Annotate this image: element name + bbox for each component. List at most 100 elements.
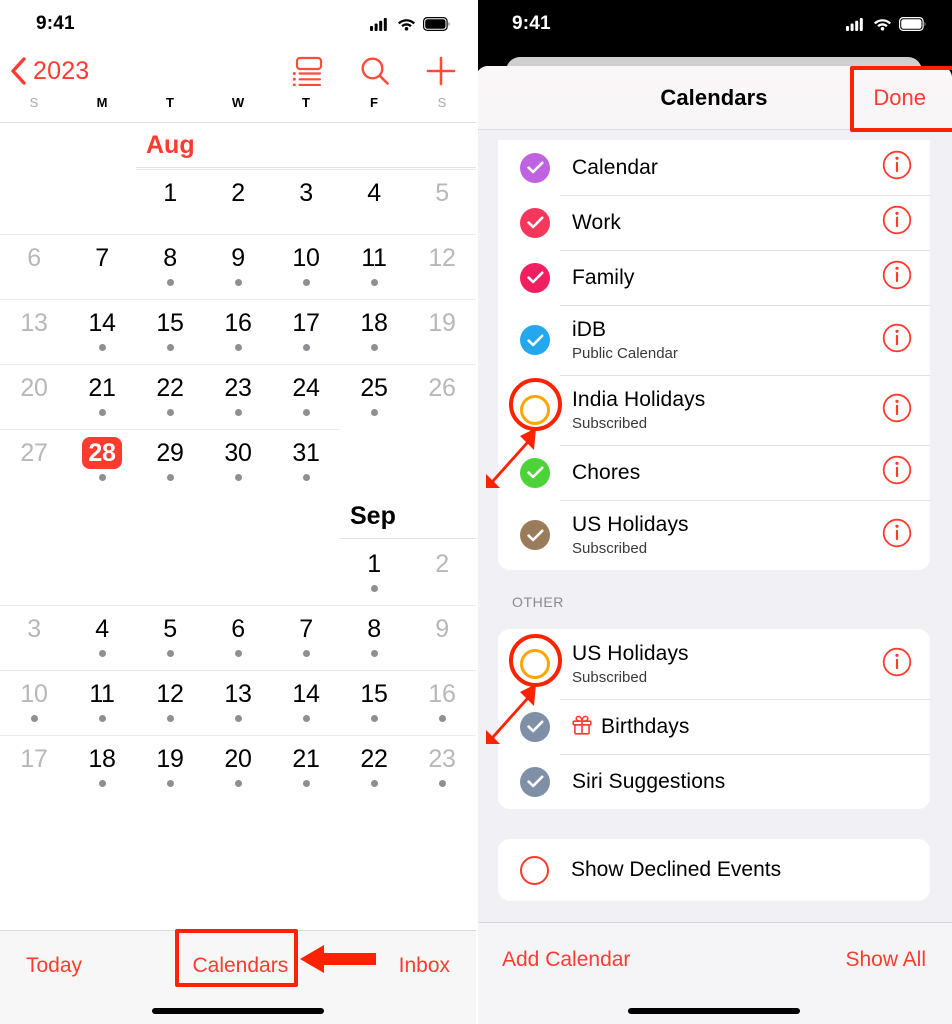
- info-icon[interactable]: [882, 455, 912, 485]
- show-declined-events-row[interactable]: Show Declined Events: [498, 839, 930, 901]
- calendar-day-cell[interactable]: 4: [68, 605, 136, 670]
- calendar-day-cell[interactable]: 11: [68, 670, 136, 735]
- add-calendar-button[interactable]: Add Calendar: [502, 948, 630, 972]
- calendar-day-cell[interactable]: 10: [272, 234, 340, 299]
- declined-checkbox-icon[interactable]: [520, 855, 549, 885]
- calendar-day-cell[interactable]: 18: [68, 735, 136, 800]
- calendar-info-button[interactable]: [882, 647, 912, 682]
- calendar-day-cell[interactable]: 18: [340, 299, 408, 364]
- calendar-day-cell[interactable]: 11: [340, 234, 408, 299]
- calendar-day-cell[interactable]: 31: [272, 429, 340, 494]
- list-view-icon[interactable]: [292, 56, 324, 86]
- calendar-day-cell[interactable]: 15: [136, 299, 204, 364]
- calendar-list-row[interactable]: Work: [498, 195, 930, 250]
- calendar-day-cell[interactable]: 14: [272, 670, 340, 735]
- calendar-day-cell[interactable]: 12: [136, 670, 204, 735]
- calendar-day-cell[interactable]: 22: [340, 735, 408, 800]
- done-button[interactable]: Done: [873, 85, 926, 111]
- calendar-day-cell[interactable]: 23: [204, 364, 272, 429]
- calendar-checkbox-unchecked[interactable]: [520, 649, 550, 679]
- calendar-checkbox-checked[interactable]: [520, 207, 550, 238]
- calendar-day-cell[interactable]: 9: [204, 234, 272, 299]
- calendar-info-button[interactable]: [882, 205, 912, 240]
- add-icon[interactable]: [426, 56, 456, 86]
- calendar-checkbox-checked[interactable]: [520, 152, 550, 183]
- calendar-day-cell[interactable]: 6: [204, 605, 272, 670]
- calendar-list-row[interactable]: Family: [498, 250, 930, 305]
- calendar-day-cell[interactable]: 22: [136, 364, 204, 429]
- calendar-list-row[interactable]: Chores: [498, 445, 930, 500]
- calendar-day-cell[interactable]: 12: [408, 234, 476, 299]
- info-icon[interactable]: [882, 323, 912, 353]
- calendar-info-button[interactable]: [882, 393, 912, 428]
- calendar-day-cell[interactable]: 19: [408, 299, 476, 364]
- info-icon[interactable]: [882, 393, 912, 423]
- calendar-checkbox-checked[interactable]: [520, 520, 550, 550]
- today-button[interactable]: Today: [26, 954, 82, 978]
- calendar-day-cell[interactable]: 6: [0, 234, 68, 299]
- calendar-checkbox-checked[interactable]: [520, 457, 550, 488]
- calendar-day-cell[interactable]: 3: [0, 605, 68, 670]
- calendar-info-button[interactable]: [882, 455, 912, 490]
- calendar-checkbox-checked[interactable]: [520, 325, 550, 355]
- calendar-day-cell[interactable]: 25: [340, 364, 408, 429]
- calendar-checkbox-checked[interactable]: [520, 262, 550, 293]
- calendar-info-button[interactable]: [882, 518, 912, 553]
- calendar-day-cell[interactable]: 4: [340, 169, 408, 234]
- calendar-list-row[interactable]: Siri Suggestions: [498, 754, 930, 809]
- calendar-day-cell[interactable]: 27: [0, 429, 68, 494]
- calendar-info-button[interactable]: [882, 323, 912, 358]
- calendar-day-cell[interactable]: 10: [0, 670, 68, 735]
- calendar-day-cell[interactable]: 19: [136, 735, 204, 800]
- calendar-day-cell[interactable]: 7: [272, 605, 340, 670]
- info-icon[interactable]: [882, 518, 912, 548]
- calendar-info-button[interactable]: [882, 260, 912, 295]
- calendar-day-cell[interactable]: 2: [204, 169, 272, 234]
- calendar-day-cell[interactable]: 23: [408, 735, 476, 800]
- inbox-button[interactable]: Inbox: [399, 954, 450, 978]
- calendar-checkbox-unchecked[interactable]: [520, 395, 550, 425]
- calendar-day-cell[interactable]: 1: [340, 540, 408, 605]
- calendar-day-cell[interactable]: 8: [136, 234, 204, 299]
- calendar-day-cell[interactable]: 28: [68, 429, 136, 494]
- back-to-year-button[interactable]: 2023: [10, 57, 89, 86]
- calendar-day-cell[interactable]: 21: [272, 735, 340, 800]
- info-icon[interactable]: [882, 260, 912, 290]
- calendar-list-row[interactable]: US Holidays Subscribed: [498, 629, 930, 699]
- calendar-day-cell[interactable]: 29: [136, 429, 204, 494]
- calendar-list-row[interactable]: India Holidays Subscribed: [498, 375, 930, 445]
- calendar-day-cell[interactable]: 13: [204, 670, 272, 735]
- calendar-day-cell[interactable]: 21: [68, 364, 136, 429]
- calendar-day-cell[interactable]: 5: [408, 169, 476, 234]
- calendar-day-cell[interactable]: 17: [0, 735, 68, 800]
- calendar-list-row[interactable]: iDB Public Calendar: [498, 305, 930, 375]
- calendar-day-cell[interactable]: 3: [272, 169, 340, 234]
- calendar-list-row[interactable]: US Holidays Subscribed: [498, 500, 930, 570]
- calendar-day-cell[interactable]: 9: [408, 605, 476, 670]
- calendar-day-cell[interactable]: 5: [136, 605, 204, 670]
- calendar-day-cell[interactable]: 8: [340, 605, 408, 670]
- calendar-day-cell[interactable]: 16: [204, 299, 272, 364]
- calendar-day-cell[interactable]: 16: [408, 670, 476, 735]
- calendar-day-cell[interactable]: 1: [136, 169, 204, 234]
- calendars-button[interactable]: Calendars: [192, 954, 288, 978]
- calendar-day-cell[interactable]: 30: [204, 429, 272, 494]
- calendar-day-cell[interactable]: 24: [272, 364, 340, 429]
- calendar-day-cell[interactable]: 26: [408, 364, 476, 429]
- search-icon[interactable]: [360, 56, 390, 86]
- info-icon[interactable]: [882, 205, 912, 235]
- calendar-list-row[interactable]: Birthdays: [498, 699, 930, 754]
- calendar-day-cell[interactable]: 20: [204, 735, 272, 800]
- calendars-list[interactable]: Calendar Work Family iDB Public Calendar Indi…: [476, 140, 952, 809]
- calendar-day-cell[interactable]: 14: [68, 299, 136, 364]
- calendar-checkbox-checked[interactable]: [520, 711, 550, 742]
- calendar-day-cell[interactable]: 7: [68, 234, 136, 299]
- calendar-day-cell[interactable]: 20: [0, 364, 68, 429]
- calendar-day-cell[interactable]: 13: [0, 299, 68, 364]
- info-icon[interactable]: [882, 647, 912, 677]
- calendar-day-cell[interactable]: 17: [272, 299, 340, 364]
- calendar-checkbox-checked[interactable]: [520, 766, 550, 797]
- calendar-day-cell[interactable]: 2: [408, 540, 476, 605]
- info-icon[interactable]: [882, 150, 912, 180]
- calendar-list-row[interactable]: Calendar: [498, 140, 930, 195]
